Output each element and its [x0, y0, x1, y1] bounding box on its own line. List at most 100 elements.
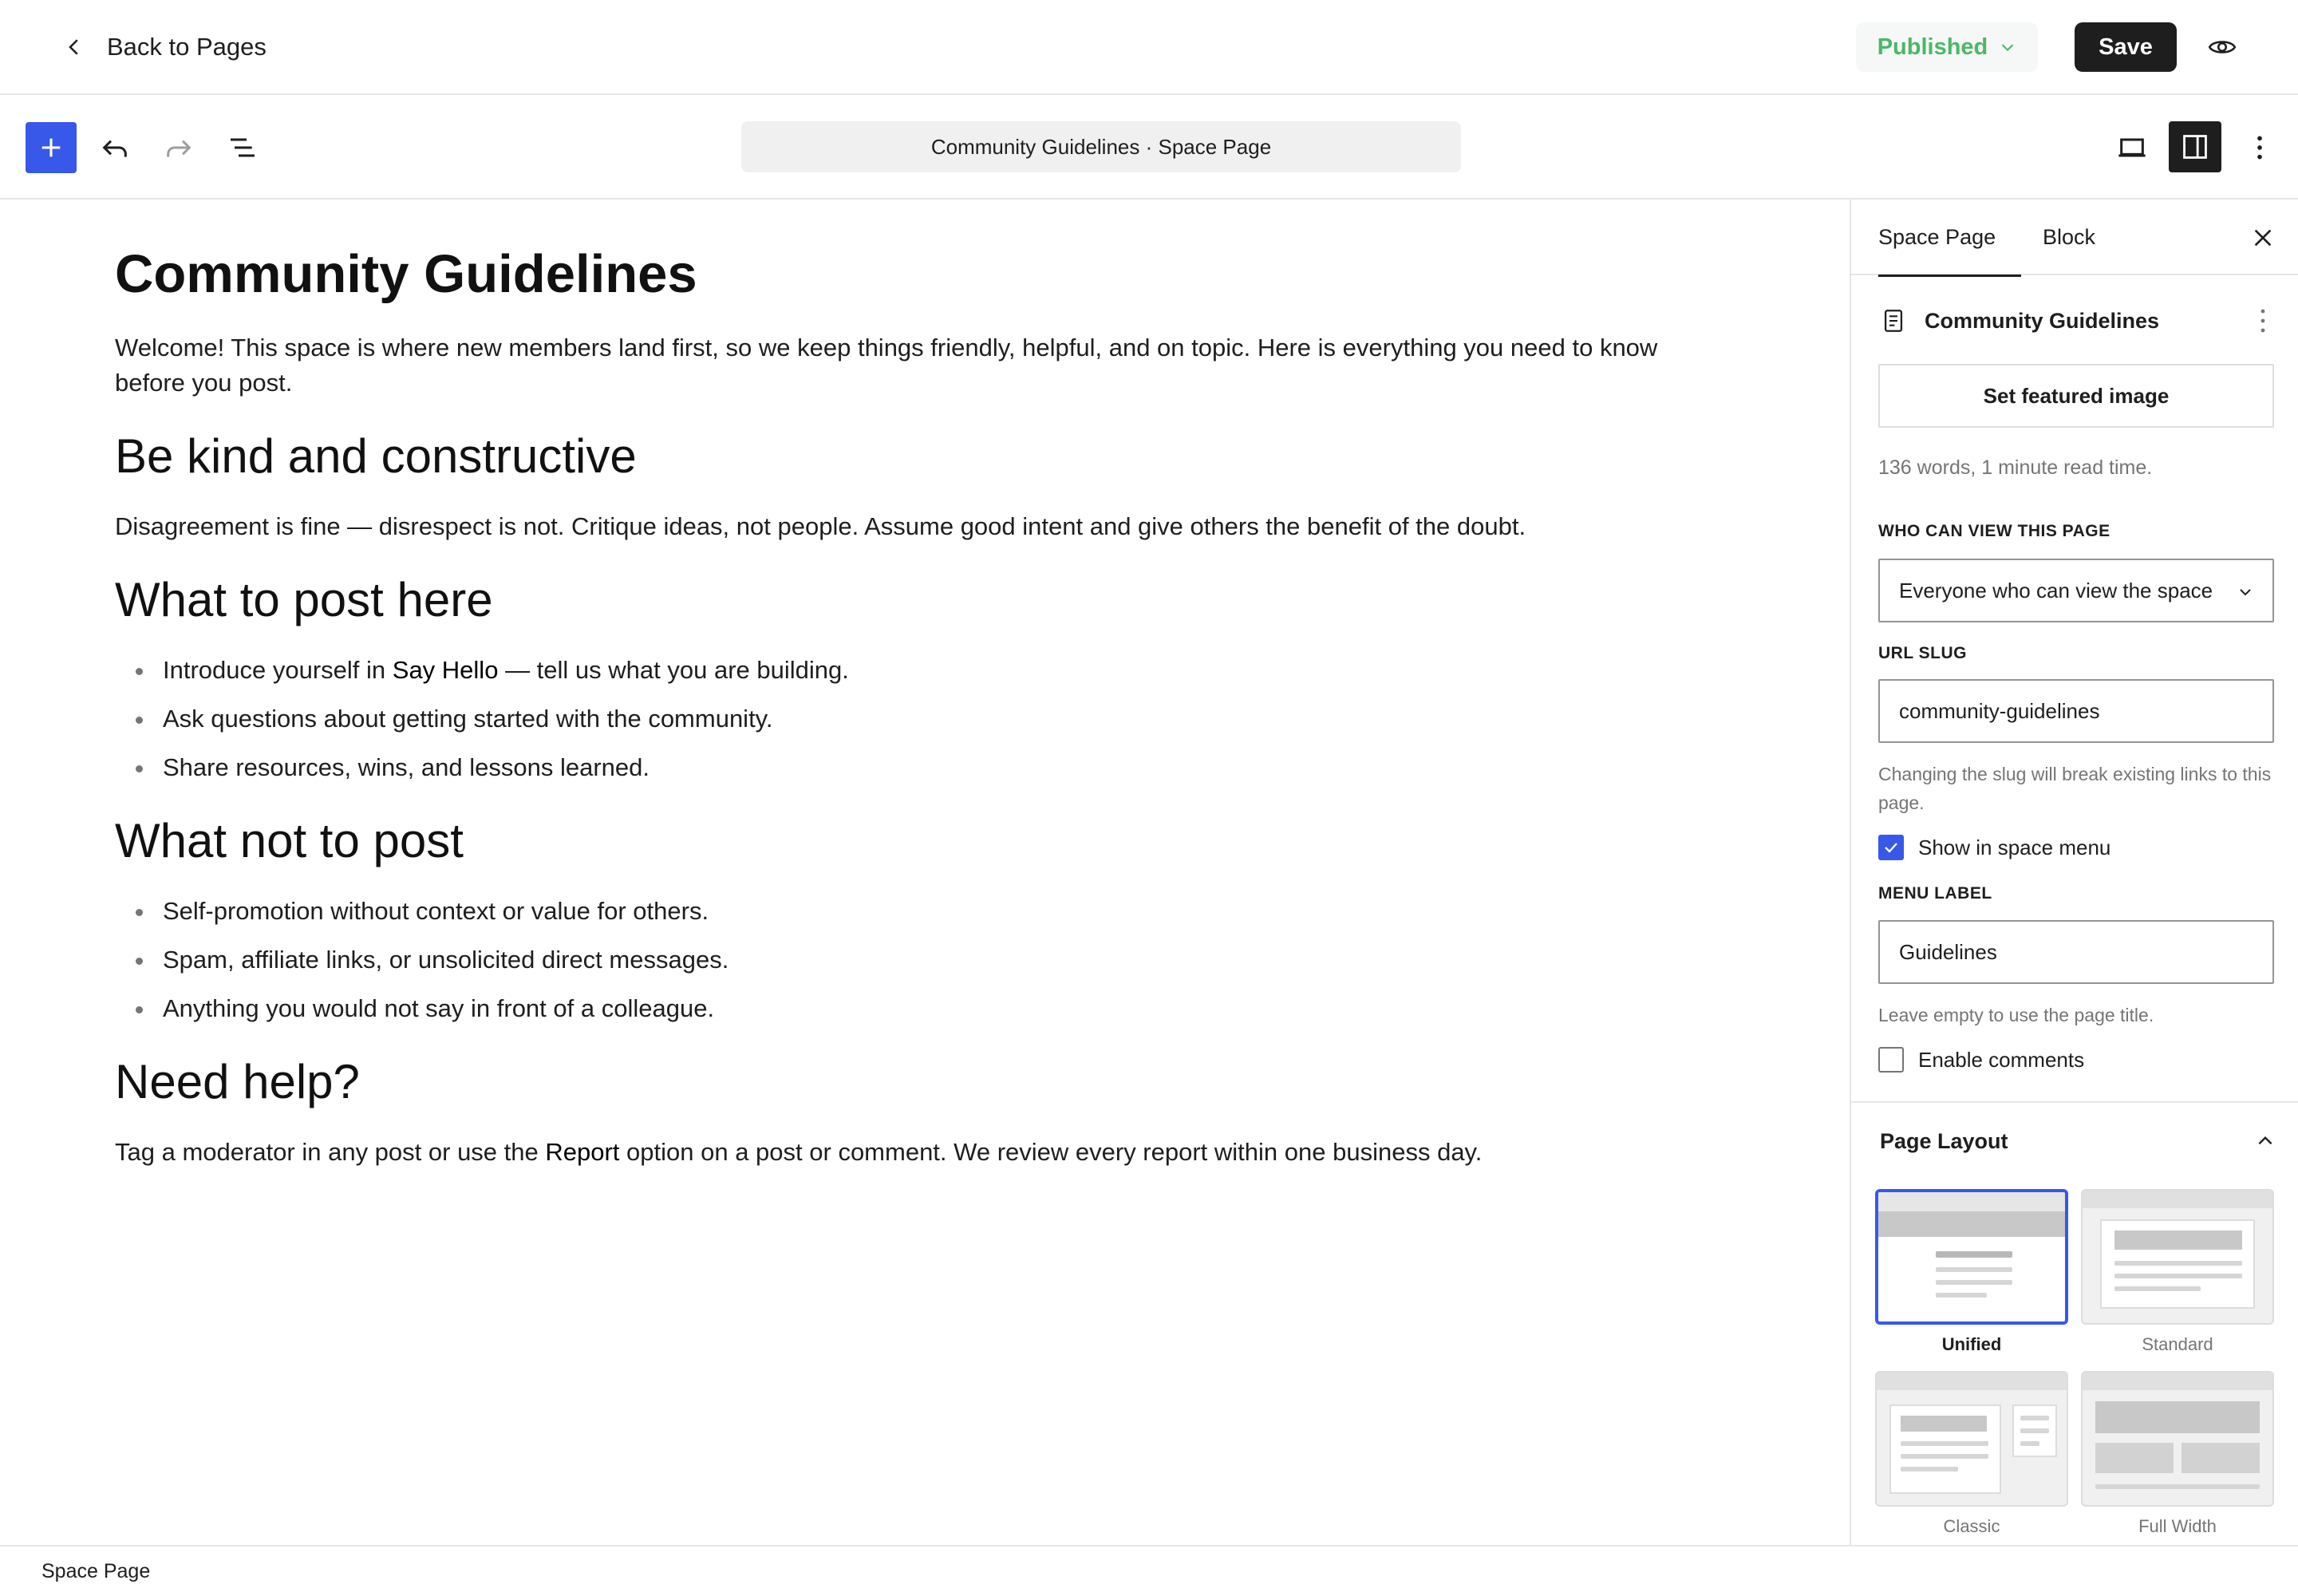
tab-space-page[interactable]: Space Page — [1878, 200, 2022, 277]
intro-paragraph[interactable]: Welcome! This space is where new members… — [115, 330, 1727, 401]
layout-thumb-banner — [1878, 1211, 2065, 1237]
layout-thumb-line — [1936, 1293, 1987, 1298]
section-heading-what-to-post[interactable]: What to post here — [115, 571, 1727, 629]
layout-name-full-width: Full Width — [2138, 1516, 2217, 1536]
layout-thumb-line — [1936, 1280, 2012, 1285]
layout-thumb-line — [1901, 1454, 1988, 1459]
close-icon[interactable] — [2250, 225, 2276, 251]
need-help-paragraph[interactable]: Tag a moderator in any post or use the R… — [115, 1135, 1727, 1170]
layout-thumb-line — [1936, 1251, 2012, 1258]
layout-thumb-line — [2095, 1484, 2260, 1489]
layout-name-unified: Unified — [1941, 1334, 2002, 1354]
more-vertical-icon[interactable] — [2250, 305, 2276, 337]
need-help-text: option on a post or comment. We review e… — [619, 1138, 1483, 1166]
plus-icon — [41, 138, 61, 157]
url-slug-input[interactable]: community-guidelines — [1878, 679, 2274, 743]
layout-option-classic[interactable] — [1875, 1371, 2068, 1507]
list-item-text: — tell us what you are building. — [498, 656, 849, 684]
document-title-bar[interactable]: Community Guidelines · Space Page — [741, 121, 1461, 172]
layout-thumb-line — [2020, 1416, 2049, 1420]
be-kind-paragraph[interactable]: Disagreement is fine — disrespect is not… — [115, 509, 1727, 544]
layout-option-full-width[interactable] — [2081, 1371, 2274, 1507]
list-item[interactable]: Spam, affiliate links, or unsolicited di… — [136, 942, 1727, 978]
menu-label-value: Guidelines — [1899, 939, 1997, 964]
save-button[interactable]: Save — [2075, 22, 2177, 72]
menu-label-hint: Leave empty to use the page title. — [1878, 1005, 2154, 1025]
layout-thumb-banner — [2114, 1231, 2242, 1250]
sidebar-panel-icon — [2183, 135, 2207, 159]
more-vertical-icon — [2257, 136, 2262, 160]
show-in-menu-checkbox-row[interactable]: Show in space menu — [1878, 835, 2110, 860]
preview-eye-icon[interactable] — [2207, 32, 2237, 62]
layout-option-unified[interactable] — [1875, 1189, 2068, 1325]
add-block-button[interactable] — [26, 122, 77, 173]
url-slug-label: URL Slug — [1878, 644, 1967, 662]
what-not-to-post-list: Self-promotion without context or value … — [115, 894, 1727, 1026]
status-label: Published — [1877, 34, 1988, 60]
layout-thumb-line — [2020, 1441, 2039, 1446]
list-item[interactable]: Share resources, wins, and lessons learn… — [136, 750, 1727, 785]
footer-breadcrumb-bar: Space Page — [0, 1545, 2298, 1596]
checkmark-icon — [1885, 843, 1897, 853]
list-item[interactable]: Ask questions about getting started with… — [136, 701, 1727, 737]
show-in-menu-label: Show in space menu — [1918, 835, 2111, 859]
layout-thumb-column — [2182, 1443, 2260, 1473]
layout-option-standard[interactable] — [2081, 1189, 2274, 1325]
list-item-text: Introduce yourself in — [163, 656, 393, 684]
layout-thumb-line — [2114, 1274, 2242, 1278]
section-heading-what-not-to-post[interactable]: What not to post — [115, 812, 1727, 870]
say-hello-strong: Say Hello — [392, 656, 499, 684]
back-to-pages-link[interactable]: Back to Pages — [62, 27, 267, 67]
need-help-text: Tag a moderator in any post or use the — [115, 1138, 546, 1166]
show-in-menu-checkbox[interactable] — [1878, 835, 1904, 860]
page-layout-title: Page Layout — [1880, 1128, 2008, 1153]
enable-comments-checkbox-row[interactable]: Enable comments — [1878, 1047, 2084, 1073]
enable-comments-label: Enable comments — [1918, 1047, 2085, 1072]
section-heading-need-help[interactable]: Need help? — [115, 1053, 1727, 1111]
what-to-post-list: Introduce yourself in Say Hello — tell u… — [115, 653, 1727, 785]
set-featured-image-button[interactable]: Set featured image — [1878, 364, 2274, 428]
redo-icon — [167, 140, 192, 157]
list-view-icon — [231, 138, 255, 157]
report-strong: Report — [545, 1138, 620, 1166]
settings-sidebar-toggle[interactable] — [2169, 121, 2221, 172]
laptop-icon — [2118, 138, 2146, 157]
chevron-left-icon — [69, 39, 78, 55]
status-dropdown[interactable]: Published — [1856, 22, 2038, 72]
word-count: 136 words, 1 minute read time. — [1878, 456, 2153, 479]
visibility-value: Everyone who can view the space — [1899, 578, 2213, 602]
list-item[interactable]: Anything you would not say in front of a… — [136, 991, 1727, 1026]
top-bar: Back to Pages Published Save — [0, 0, 2298, 95]
settings-sidebar: Space Page Block Community Guidelines Se… — [1850, 200, 2298, 1545]
visibility-select[interactable]: Everyone who can view the space — [1878, 559, 2274, 622]
back-label: Back to Pages — [107, 33, 267, 61]
layout-thumb-column — [2095, 1443, 2174, 1473]
panel-header: Community Guidelines — [1880, 305, 2271, 337]
editor-canvas[interactable]: Community Guidelines Welcome! This space… — [0, 200, 1850, 1545]
tab-block[interactable]: Block — [2043, 200, 2095, 275]
page-content: Community Guidelines Welcome! This space… — [115, 243, 1727, 1170]
device-preview-button[interactable] — [2114, 130, 2150, 165]
panel-title: Community Guidelines — [1925, 308, 2160, 333]
footer-breadcrumb[interactable]: Space Page — [41, 1560, 150, 1583]
layout-name-standard: Standard — [2142, 1334, 2213, 1354]
layout-thumb-line — [1901, 1467, 1958, 1472]
layout-thumb-line — [2114, 1286, 2201, 1291]
list-item[interactable]: Introduce yourself in Say Hello — tell u… — [136, 653, 1727, 688]
layout-thumb-header — [2083, 1373, 2272, 1390]
document-icon — [1884, 310, 1903, 332]
layout-thumb-header — [1878, 1192, 2065, 1211]
enable-comments-checkbox[interactable] — [1878, 1047, 1904, 1073]
page-layout-toggle[interactable]: Page Layout — [1880, 1125, 2276, 1157]
undo-button[interactable] — [97, 130, 132, 165]
layout-thumb-line — [1936, 1267, 2012, 1272]
menu-label-input[interactable]: Guidelines — [1878, 920, 2274, 984]
document-outline-button[interactable] — [225, 130, 260, 165]
page-title[interactable]: Community Guidelines — [115, 243, 1727, 306]
more-options-button[interactable] — [2244, 130, 2276, 165]
editor-toolbar: Community Guidelines · Space Page — [0, 95, 2298, 200]
list-item[interactable]: Self-promotion without context or value … — [136, 894, 1727, 929]
sidebar-tabs: Space Page Block — [1851, 200, 2298, 277]
section-heading-be-kind[interactable]: Be kind and constructive — [115, 428, 1727, 485]
redo-button[interactable] — [161, 130, 196, 165]
